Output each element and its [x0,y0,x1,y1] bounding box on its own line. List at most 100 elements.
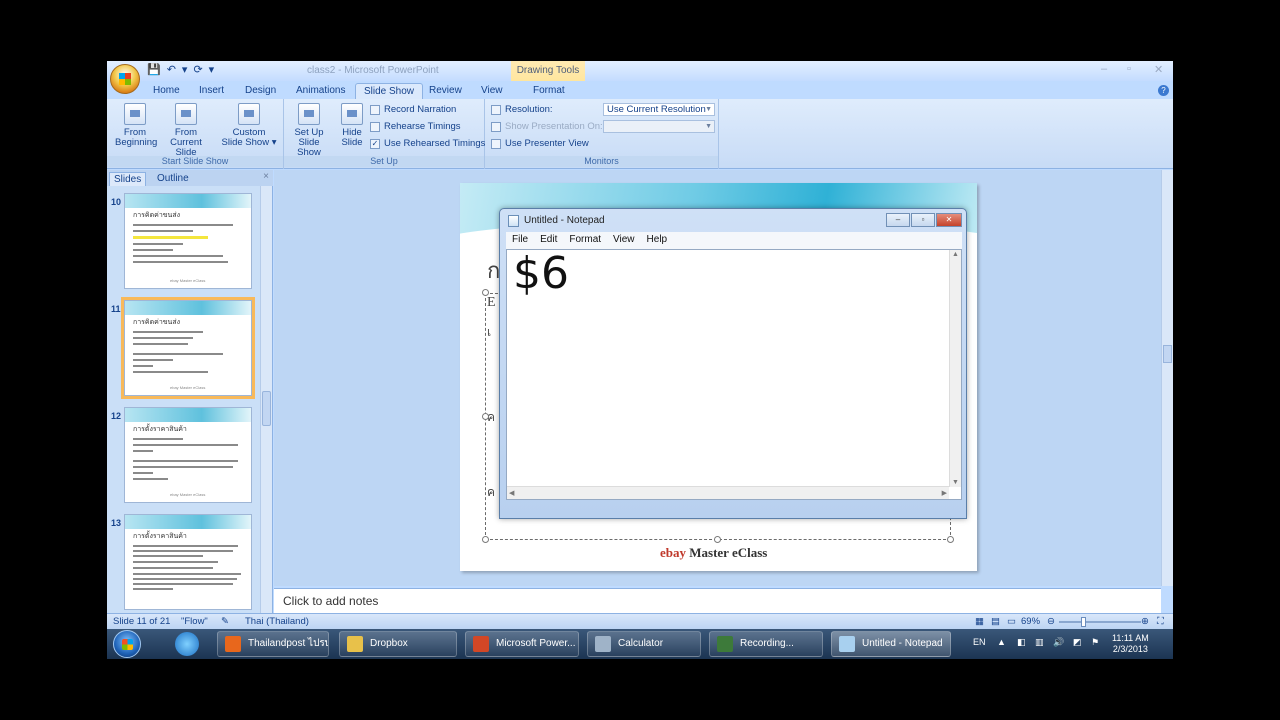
set-up-slide-show-button[interactable]: Set Up Slide Show [286,103,332,158]
menu-edit[interactable]: Edit [534,232,563,249]
tab-view[interactable]: View [473,83,511,98]
notepad-close-button[interactable]: ✕ [936,213,962,227]
zoom-slider[interactable] [1059,621,1141,623]
microphone-icon [370,104,380,115]
task-dropbox[interactable]: Dropbox [339,631,457,657]
volume-icon[interactable]: 🔊 [1053,637,1064,648]
tab-slide-show[interactable]: Slide Show [355,83,424,99]
zoom-in-icon[interactable]: ⊕ [1141,616,1149,627]
hide-slide-button[interactable]: Hide Slide [336,103,368,148]
scroll-left-icon[interactable]: ◀ [509,489,514,497]
zoom-level[interactable]: 69% [1021,616,1040,627]
scrollbar-thumb[interactable] [1163,345,1172,363]
help-icon[interactable]: ? [1158,85,1169,96]
tab-insert[interactable]: Insert [191,83,232,98]
notepad-vertical-scrollbar[interactable]: ▲ ▼ [949,250,961,487]
language-indicator[interactable]: Thai (Thailand) [245,616,309,627]
tab-review[interactable]: Review [421,83,470,98]
resize-handle[interactable] [482,536,489,543]
status-bar: Slide 11 of 21 "Flow" ✎ Thai (Thailand) … [107,613,1173,629]
office-button[interactable] [110,64,140,94]
tab-home[interactable]: Home [145,83,188,98]
minimize-button[interactable]: – [1101,63,1107,75]
slide-number: 11 [111,304,121,314]
task-powerpoint[interactable]: Microsoft Power... [465,631,579,657]
normal-view-icon[interactable]: ▦ [975,616,984,627]
network-icon[interactable]: ▥ [1035,637,1044,648]
from-beginning-button[interactable]: From Beginning [115,103,157,148]
notepad-horizontal-scrollbar[interactable]: ◀ ▶ [507,486,949,499]
canvas-scrollbar[interactable] [1161,170,1173,586]
scrollbar-thumb[interactable] [262,391,271,426]
system-clock[interactable]: 11:11 AM 2/3/2013 [1112,633,1149,655]
internet-explorer-icon[interactable] [175,632,199,656]
custom-slide-show-button[interactable]: Custom Slide Show ▾ [220,103,278,148]
resize-handle[interactable] [482,413,489,420]
tab-animations[interactable]: Animations [288,83,353,98]
fit-to-window-icon[interactable]: ⛶ [1157,616,1164,627]
action-center-icon[interactable]: ⚑ [1091,637,1099,648]
slideshow-current-icon [175,103,197,125]
undo-dropdown-icon[interactable]: ▾ [182,64,188,77]
maximize-button[interactable]: ▫ [1127,63,1131,75]
show-on-dropdown[interactable]: ▼ [603,120,715,133]
resize-handle[interactable] [947,536,954,543]
scroll-right-icon[interactable]: ▶ [942,489,947,497]
tab-outline[interactable]: Outline [153,172,193,185]
record-narration-button[interactable]: Record Narration [370,104,456,115]
start-button[interactable] [113,630,141,658]
scroll-up-icon[interactable]: ▲ [952,251,959,258]
scroll-down-icon[interactable]: ▼ [952,479,959,486]
show-on-label: Show Presentation On: [505,121,603,132]
rehearse-timings-label: Rehearse Timings [384,121,461,132]
tab-slides[interactable]: Slides [109,172,147,186]
undo-icon[interactable]: ↶ [167,64,176,77]
notepad-maximize-button[interactable]: ▫ [911,213,935,227]
menu-help[interactable]: Help [641,232,674,249]
notes-pane[interactable]: Click to add notes [274,588,1161,613]
slide-thumbnail-13[interactable]: 13 การตั้งราคาสินค้า [107,514,259,614]
use-rehearsed-timings-checkbox[interactable]: ✓ Use Rehearsed Timings [370,138,485,149]
show-hidden-icons-icon[interactable]: ▲ [997,637,1006,647]
close-button[interactable]: ✕ [1154,63,1163,76]
ribbon-tabs: Home Insert Design Animations Slide Show… [107,81,1173,99]
menu-view[interactable]: View [607,232,641,249]
tab-design[interactable]: Design [237,83,284,98]
slide-thumbnail-12[interactable]: 12 การตั้งราคาสินค้า ebay Master eClass [107,407,259,507]
language-bar[interactable]: EN [973,637,986,647]
task-notepad[interactable]: Untitled - Notepad [831,631,951,657]
from-current-label-2: Current Slide [170,137,202,158]
slide-show-view-icon[interactable]: ▭ [1007,616,1016,627]
resize-handle[interactable] [714,536,721,543]
notepad-window[interactable]: Untitled - Notepad – ▫ ✕ File Edit Forma… [499,208,967,519]
resolution-dropdown[interactable]: Use Current Resolution ▼ [603,103,715,116]
redo-icon[interactable]: ⟳ [193,64,202,77]
from-current-slide-button[interactable]: From Current Slide [159,103,213,158]
tray-app-icon[interactable]: ◧ [1017,637,1026,648]
zoom-slider-knob[interactable] [1081,617,1086,627]
tab-format[interactable]: Format [525,83,573,98]
customize-qat-icon[interactable]: ▾ [209,64,215,77]
task-recording[interactable]: Recording... [709,631,823,657]
tray-app-icon[interactable]: ◩ [1073,637,1082,648]
save-icon[interactable]: 💾 [147,64,161,77]
use-presenter-view-checkbox[interactable]: Use Presenter View [491,138,589,149]
menu-file[interactable]: File [506,232,534,249]
setup-show-icon [298,103,320,125]
presenter-view-label: Use Presenter View [505,138,589,149]
close-pane-icon[interactable]: × [263,171,269,182]
menu-format[interactable]: Format [563,232,607,249]
zoom-out-icon[interactable]: ⊖ [1047,616,1055,627]
notepad-title: Untitled - Notepad [524,215,605,226]
resize-handle[interactable] [482,289,489,296]
task-firefox[interactable]: Thailandpost ไปรษ... [217,631,329,657]
spellcheck-icon[interactable]: ✎ [221,616,229,627]
notepad-text-area[interactable]: $6 ▲ ▼ ◀ ▶ [506,249,962,500]
slides-pane-scrollbar[interactable] [260,186,272,613]
slide-thumbnail-11[interactable]: 11 การคิดค่าขนส่ง ebay Master eClass [107,297,259,400]
rehearse-timings-button[interactable]: Rehearse Timings [370,121,461,132]
task-calculator[interactable]: Calculator [587,631,701,657]
notepad-minimize-button[interactable]: – [886,213,910,227]
slide-sorter-icon[interactable]: ▤ [991,616,1000,627]
slide-thumbnail-10[interactable]: 10 การคิดค่าขนส่ง ebay Master eClass [107,193,259,293]
